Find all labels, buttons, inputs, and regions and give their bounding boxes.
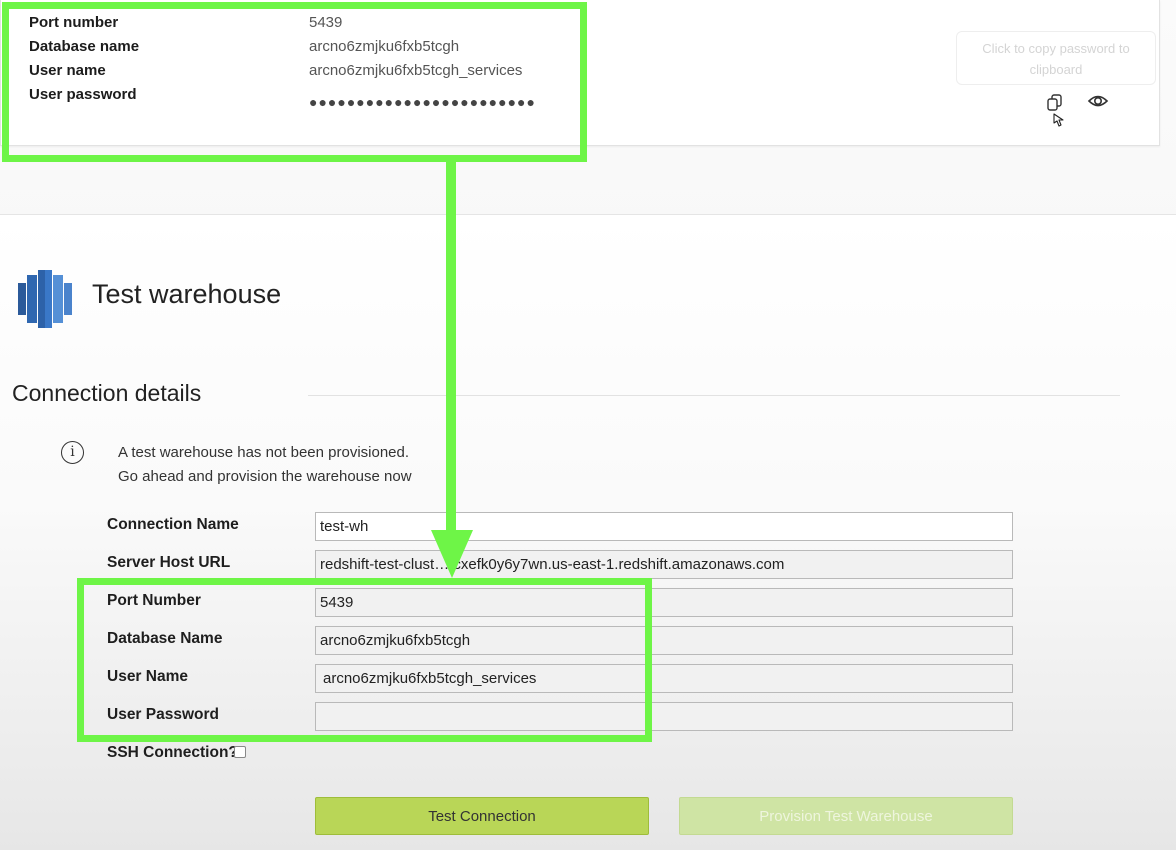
highlight-arrow xyxy=(431,160,473,578)
